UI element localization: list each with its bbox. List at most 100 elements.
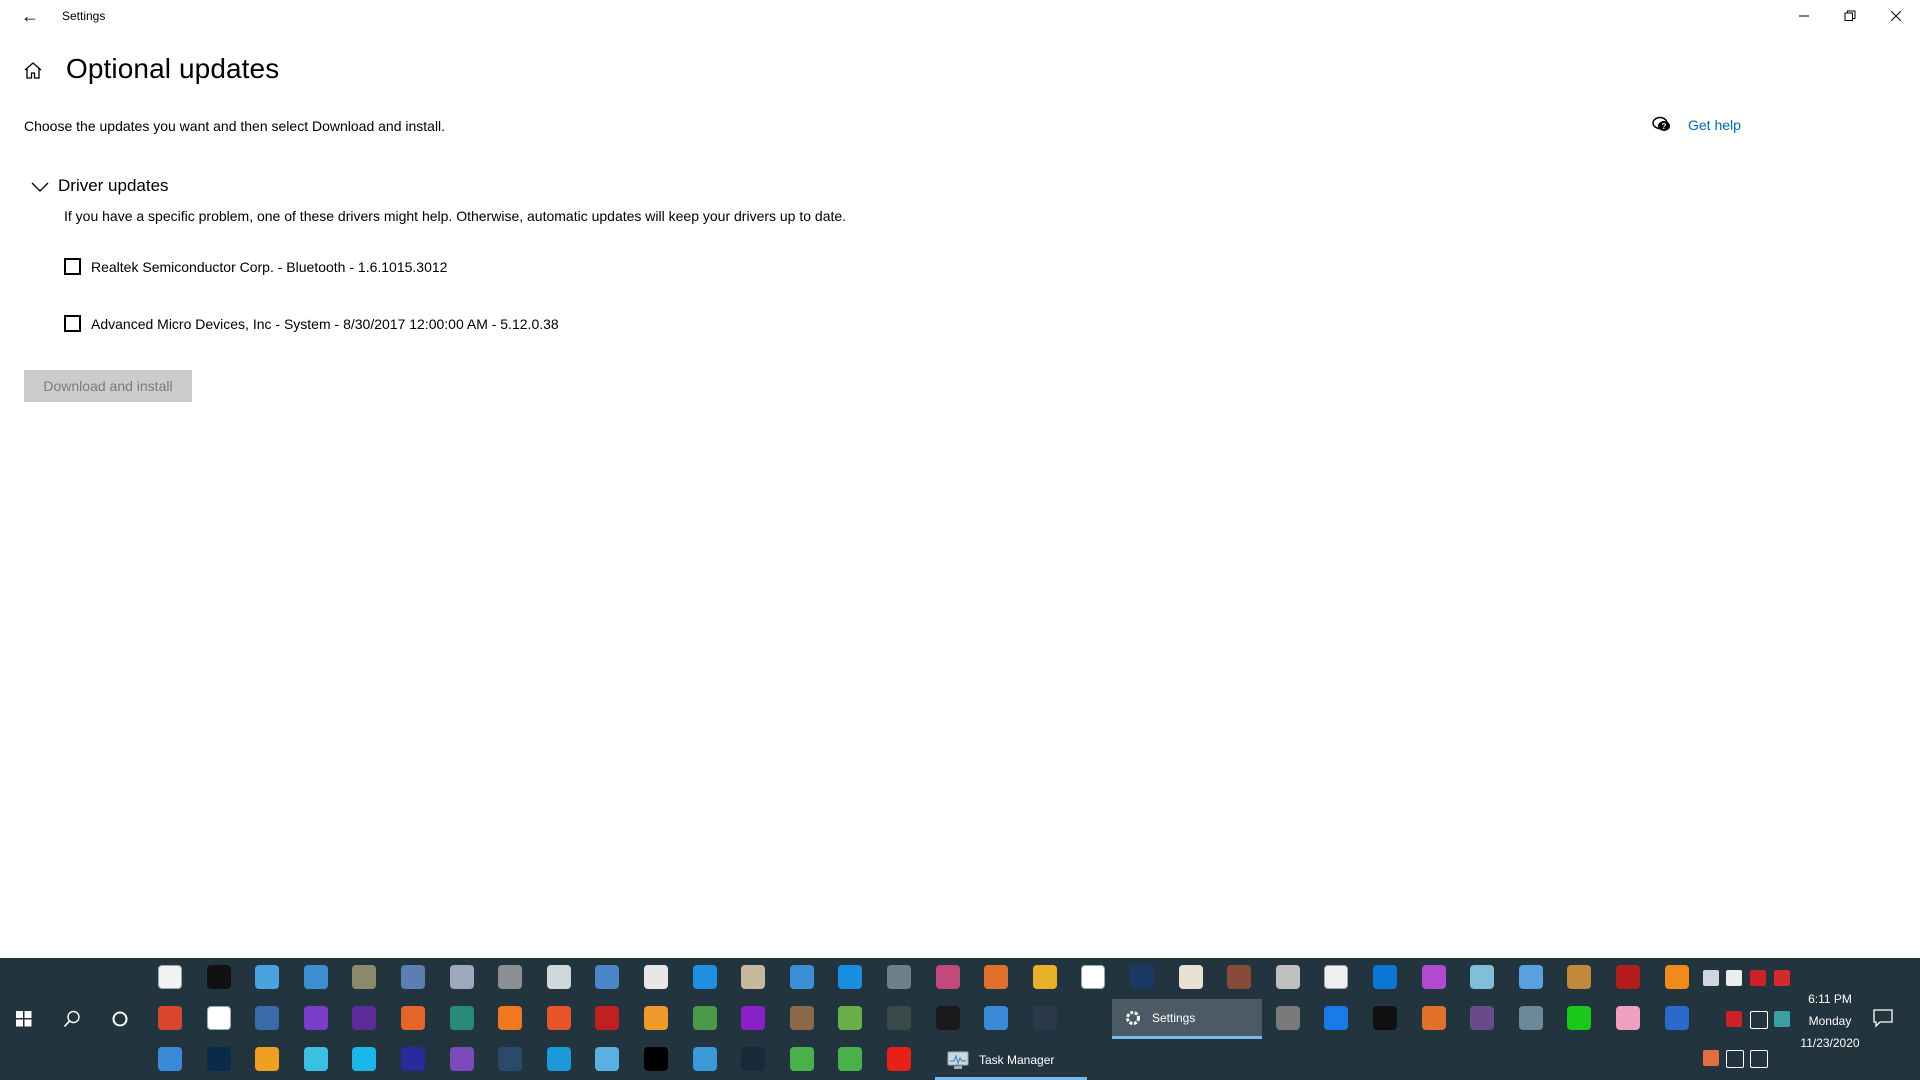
computer-icon[interactable] [984, 1006, 1009, 1030]
uplay-icon[interactable] [1324, 1006, 1349, 1030]
network-card-icon[interactable] [692, 1006, 717, 1030]
corsair-icon[interactable] [1726, 970, 1742, 986]
xbox-accessories-icon[interactable] [352, 965, 377, 989]
photos-flower-icon[interactable] [1616, 1006, 1640, 1030]
purple-ring-icon[interactable] [741, 1006, 766, 1030]
system-info-icon[interactable] [595, 965, 620, 989]
restore-button[interactable] [1827, 0, 1873, 32]
video-editor-icon[interactable] [1567, 1006, 1592, 1030]
driver-checkbox-realtek[interactable]: Realtek Semiconductor Corp. - Bluetooth … [64, 258, 447, 275]
settings-blue-icon[interactable] [1373, 965, 1397, 989]
blue-disc-icon[interactable] [1664, 1006, 1689, 1030]
firefox-icon[interactable] [546, 1006, 571, 1030]
command-prompt-icon[interactable] [206, 965, 231, 989]
office-tools-icon[interactable] [1421, 965, 1446, 989]
control-panel-icon[interactable] [255, 965, 280, 989]
wordpad-icon[interactable] [1518, 965, 1543, 989]
start-button[interactable] [4, 1000, 44, 1038]
close-button[interactable] [1873, 0, 1919, 32]
registry-icon[interactable] [449, 965, 474, 989]
people-icon[interactable] [1081, 965, 1106, 989]
server-icon[interactable] [1275, 1006, 1300, 1030]
cpu-icon[interactable] [352, 1006, 377, 1030]
wand-icon[interactable] [692, 1047, 717, 1071]
gears-green-icon[interactable] [789, 1047, 814, 1071]
flash-icon[interactable] [595, 1006, 620, 1030]
media-player-icon[interactable] [789, 965, 814, 989]
power-icon[interactable] [158, 1006, 182, 1030]
drive-icon[interactable] [1324, 965, 1349, 989]
action-center-button[interactable] [1872, 1008, 1898, 1032]
epic-games-icon[interactable] [1373, 1006, 1397, 1030]
equalizer-icon[interactable] [498, 1047, 523, 1071]
checkbox-box[interactable] [64, 258, 81, 275]
get-help-link[interactable]: ? Get help [1652, 116, 1741, 134]
mouse-keyboard-icon[interactable] [449, 1006, 474, 1030]
minimize-button[interactable] [1781, 0, 1827, 32]
cortana-button[interactable] [100, 1000, 140, 1038]
internet-explorer-icon[interactable] [692, 965, 717, 989]
compass-icon[interactable] [1178, 965, 1203, 989]
clock-icon[interactable] [644, 965, 668, 989]
speaker-muted-icon[interactable] [1703, 1050, 1719, 1066]
notepad-icon[interactable] [1470, 965, 1495, 989]
home-button[interactable] [22, 60, 46, 84]
edge-icon[interactable] [546, 1047, 571, 1071]
taskbar-task-manager-button[interactable]: Task Manager [935, 1042, 1087, 1080]
disc-burn-icon[interactable] [1567, 965, 1592, 989]
checkmark-app-icon[interactable] [741, 1047, 766, 1071]
volume-icon[interactable] [1750, 1050, 1768, 1068]
memory-icon[interactable] [1275, 965, 1300, 989]
asterisk-app-icon[interactable] [498, 1006, 523, 1030]
origin-icon[interactable] [401, 1006, 425, 1030]
keyboard-mouse-icon[interactable] [1774, 1011, 1790, 1027]
hex-compass-icon[interactable] [1032, 1006, 1057, 1030]
clock[interactable]: 6:11 PM Monday 11/23/2020 [1790, 988, 1870, 1054]
calculator-icon[interactable] [887, 965, 911, 989]
shield-swords-icon[interactable] [887, 1006, 911, 1030]
vlc-icon[interactable] [1664, 965, 1689, 989]
film-reel-icon[interactable] [1470, 1006, 1495, 1030]
bitdefender-icon[interactable] [1726, 1011, 1742, 1027]
acrobat-icon[interactable] [1616, 965, 1640, 989]
twitch-icon[interactable] [303, 1006, 328, 1030]
alexa-disc-icon[interactable] [303, 1047, 328, 1071]
security-lock-icon[interactable] [498, 965, 523, 989]
mail-icon[interactable] [838, 965, 863, 989]
remote-desktop-icon[interactable] [303, 965, 328, 989]
driver-updates-toggle[interactable]: Driver updates [30, 176, 169, 196]
steam-icon[interactable] [1130, 965, 1154, 989]
temperature-icon[interactable] [984, 965, 1009, 989]
alexa-icon[interactable] [352, 1047, 377, 1071]
disc-flame-icon[interactable] [1421, 1006, 1446, 1030]
media-d-icon[interactable] [449, 1047, 474, 1071]
driver-checkbox-amd[interactable]: Advanced Micro Devices, Inc - System - 8… [64, 315, 559, 332]
download-and-install-button[interactable]: Download and install [24, 370, 192, 402]
paint-icon[interactable] [741, 965, 766, 989]
orange-app-icon[interactable] [644, 1006, 668, 1030]
firewall-icon[interactable] [1227, 965, 1252, 989]
show-desktop-grid-icon[interactable] [1703, 970, 1719, 986]
red-link-icon[interactable] [1774, 970, 1790, 986]
gears-green-2-icon[interactable] [838, 1047, 863, 1071]
taskbar-settings-button[interactable]: Settings [1112, 999, 1262, 1039]
microsoft-store-icon[interactable] [158, 965, 182, 989]
defender-shield-icon[interactable] [1750, 1011, 1768, 1029]
chrome-icon[interactable] [1032, 965, 1057, 989]
blue-star-icon[interactable] [206, 1047, 231, 1071]
red-network-icon[interactable] [1750, 970, 1766, 986]
network-icon[interactable] [1726, 1050, 1744, 1068]
services-gear-icon[interactable] [546, 965, 571, 989]
printer-icon[interactable] [401, 965, 425, 989]
game-pixel-icon[interactable] [838, 1006, 863, 1030]
game-warrior-icon[interactable] [789, 1006, 814, 1030]
dvd-icon[interactable] [1518, 1006, 1543, 1030]
windows-security-icon[interactable] [206, 1006, 231, 1030]
amazon-music-icon[interactable] [401, 1047, 425, 1071]
windows7-orb-icon[interactable] [255, 1006, 280, 1030]
youtube-music-icon[interactable] [887, 1047, 911, 1071]
search-button[interactable] [52, 1000, 92, 1038]
checkbox-box[interactable] [64, 315, 81, 332]
groove-music-icon[interactable] [935, 965, 960, 989]
back-button[interactable]: ← [14, 6, 46, 26]
